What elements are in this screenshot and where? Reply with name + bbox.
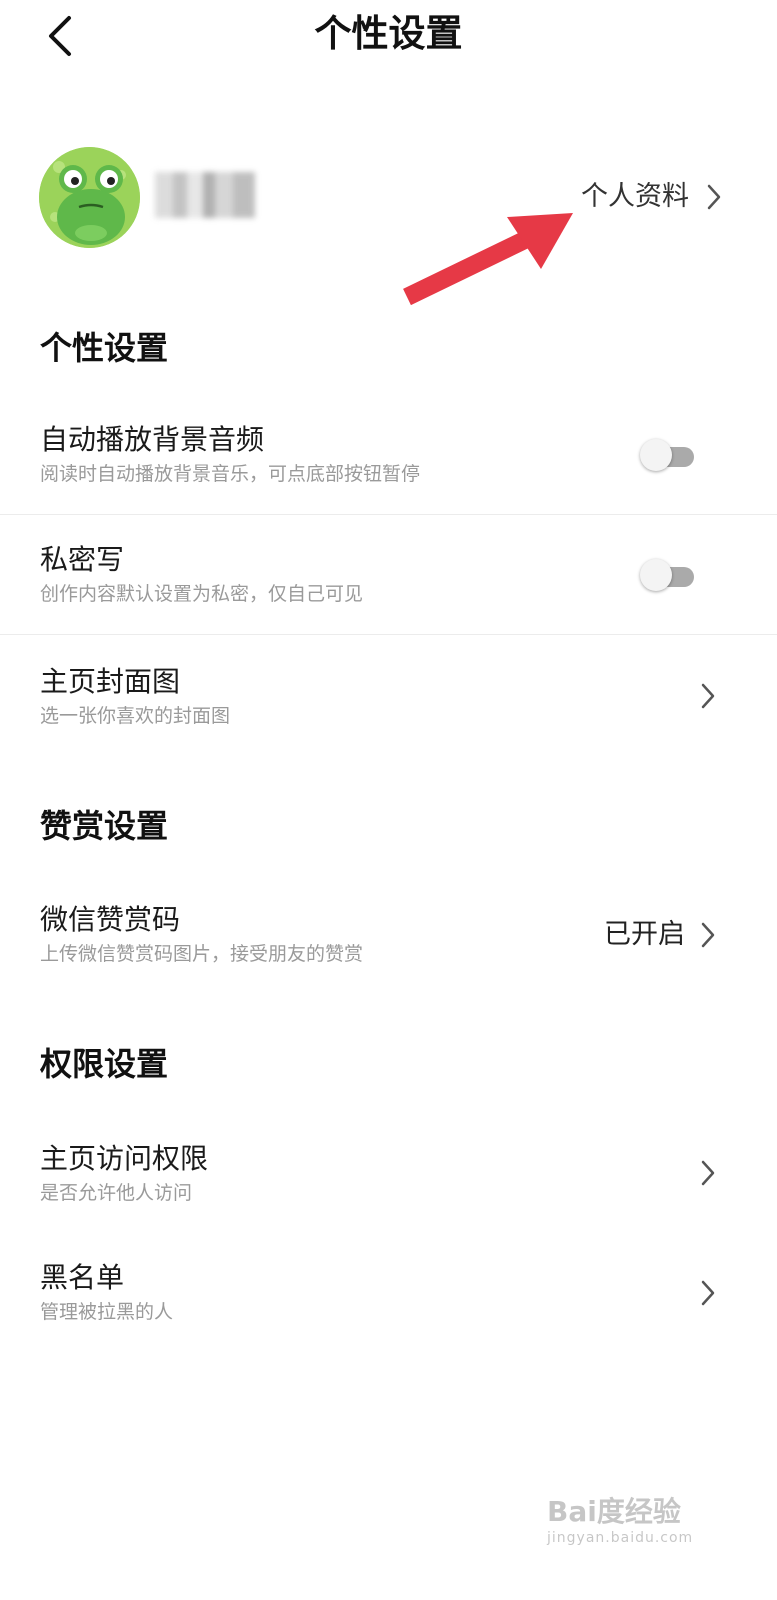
row-subtitle: 管理被拉黑的人: [40, 1301, 174, 1323]
section-title-permission: 权限设置: [40, 1045, 169, 1083]
annotation-arrow: [403, 213, 573, 306]
chevron-right-icon[interactable]: [697, 679, 719, 713]
chevron-right-icon[interactable]: [697, 1276, 719, 1310]
page-title: 个性设置: [314, 12, 463, 55]
row-subtitle: 选一张你喜欢的封面图: [40, 705, 231, 727]
frog-avatar-icon: [39, 147, 140, 248]
profile-link-label: 个人资料: [581, 181, 689, 212]
avatar[interactable]: [39, 147, 140, 248]
section-title-personal: 个性设置: [40, 329, 169, 367]
row-subtitle: 阅读时自动播放背景音乐，可点底部按钮暂停: [40, 463, 421, 485]
reward-status-value: 已开启: [604, 919, 685, 950]
chevron-right-icon[interactable]: [697, 918, 719, 952]
row-title: 黑名单: [40, 1261, 125, 1294]
watermark-line2: jingyan.baidu.com: [547, 1530, 694, 1546]
profile-link[interactable]: 个人资料: [581, 176, 725, 218]
row-title: 自动播放背景音频: [40, 423, 265, 456]
row-title: 主页封面图: [40, 665, 181, 698]
watermark-line1: Bai度经验: [547, 1495, 681, 1528]
row-title: 微信赞赏码: [40, 903, 181, 936]
private-write-toggle[interactable]: [640, 559, 696, 591]
row-subtitle: 是否允许他人访问: [40, 1182, 193, 1204]
username-blurred: [155, 172, 255, 218]
row-title: 私密写: [40, 543, 125, 576]
chevron-right-icon: [703, 182, 725, 212]
row-title: 主页访问权限: [40, 1142, 209, 1175]
chevron-right-icon[interactable]: [697, 1156, 719, 1190]
row-subtitle: 上传微信赞赏码图片，接受朋友的赞赏: [40, 943, 364, 965]
row-subtitle: 创作内容默认设置为私密，仅自己可见: [40, 583, 364, 605]
section-title-reward: 赞赏设置: [40, 807, 169, 845]
baidu-jingyan-watermark: Bai度经验 jingyan.baidu.com: [547, 1490, 717, 1580]
autoplay-audio-toggle[interactable]: [640, 439, 696, 471]
